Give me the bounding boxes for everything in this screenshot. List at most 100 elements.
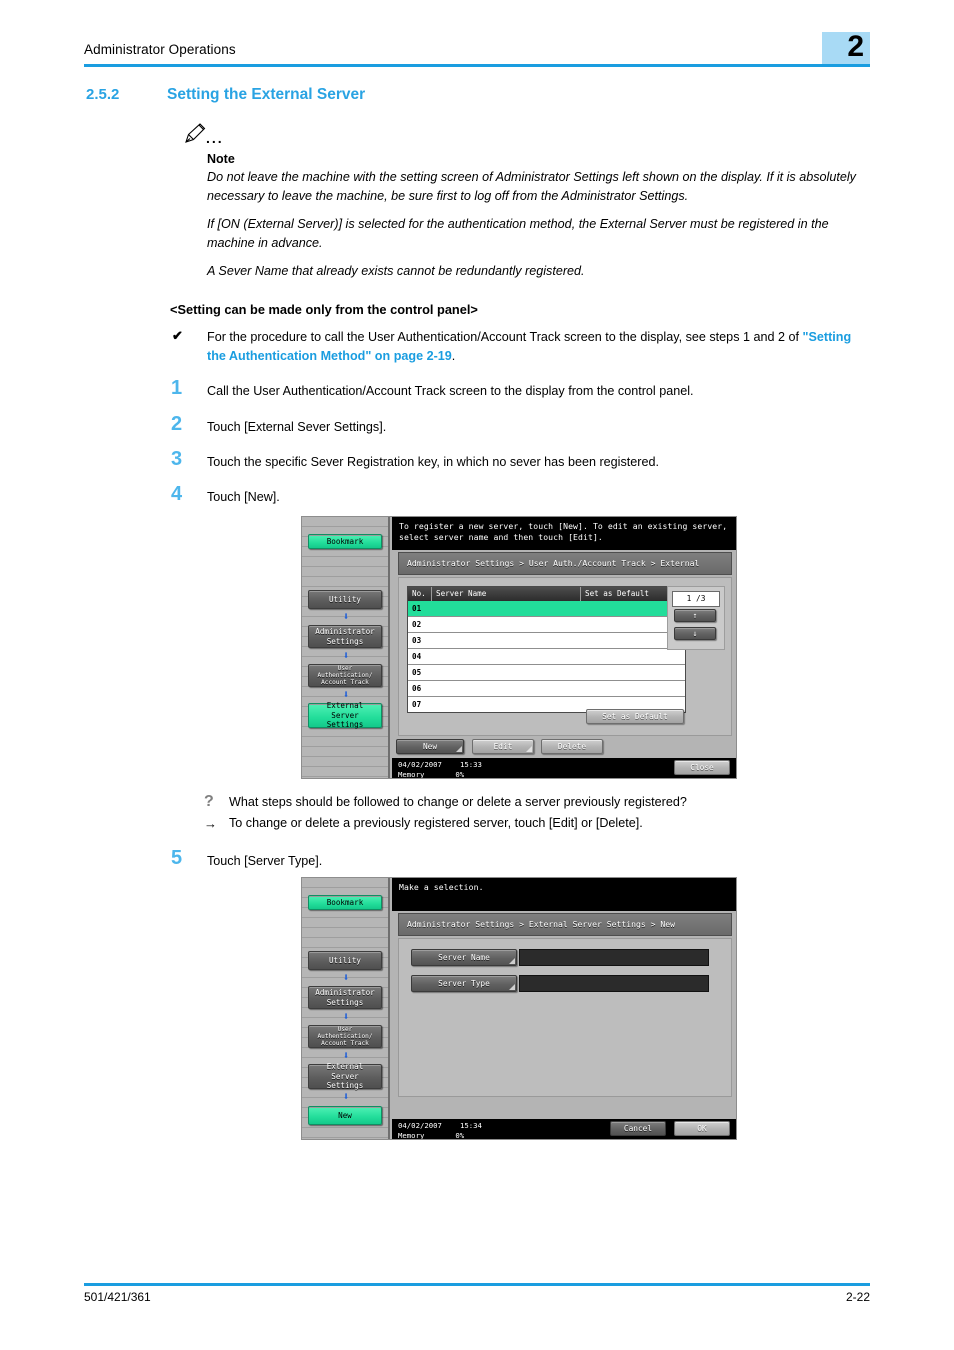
- lcd1-new-label: New: [422, 742, 438, 751]
- lcd2-utility-button[interactable]: Utility: [308, 951, 382, 970]
- lcd2-nav-rail: Bookmark Utility ⬇ Administrator Setting…: [302, 878, 390, 1139]
- question-text: What steps should be followed to change …: [229, 795, 687, 809]
- lcd2-ok-button[interactable]: OK: [674, 1121, 730, 1136]
- lcd1-edit-button[interactable]: Edit: [472, 739, 534, 754]
- corner-fold-icon: [509, 984, 515, 990]
- lcd2-main-area: Make a selection. Administrator Settings…: [392, 878, 736, 1139]
- lcd1-memory-label: Memory: [398, 770, 425, 779]
- lcd2-date: 04/02/2007: [398, 1121, 442, 1130]
- lcd1-down-arrow-3: ⬇: [342, 688, 350, 701]
- lcd1-row-no: 03: [412, 636, 422, 645]
- lcd1-row-name: [432, 617, 685, 632]
- chapter-number: 2: [847, 30, 864, 63]
- table-row[interactable]: 02: [408, 617, 685, 633]
- table-row[interactable]: 05: [408, 665, 685, 681]
- lcd2-content-panel: Server Name Server Type: [398, 938, 732, 1097]
- lcd2-bookmark-button[interactable]: Bookmark: [308, 895, 382, 910]
- prereq-text-before: For the procedure to call the User Authe…: [207, 330, 803, 344]
- lcd1-row-name: [432, 665, 685, 680]
- table-row[interactable]: 03: [408, 633, 685, 649]
- lcd2-down-arrow-1: ⬇: [342, 971, 350, 984]
- lcd2-down-arrow-4: ⬇: [342, 1090, 350, 1103]
- lcd1-pager: 1 /3 ↑ ↓: [667, 586, 725, 650]
- lcd2-external-server-settings-button[interactable]: External Server Settings: [308, 1062, 382, 1090]
- header-divider: [84, 64, 870, 67]
- lcd1-row-no: 04: [412, 652, 422, 661]
- lcd2-new-button[interactable]: New: [308, 1106, 382, 1125]
- lcd1-nav-rail: Bookmark Utility ⬇ Administrator Setting…: [302, 517, 390, 778]
- question-icon: ?: [204, 793, 214, 810]
- note-paragraph-2: If [ON (External Server)] is selected fo…: [207, 217, 829, 250]
- corner-fold-icon: [456, 746, 462, 752]
- lcd1-row-no: 05: [412, 668, 422, 677]
- lcd1-scroll-up-button[interactable]: ↑: [674, 609, 716, 622]
- step-text-5: Touch [Server Type].: [207, 854, 323, 868]
- lcd2-server-type-label: Server Type: [438, 979, 490, 988]
- note-label: Note: [207, 152, 235, 166]
- lcd-screenshot-server-list: Bookmark Utility ⬇ Administrator Setting…: [301, 516, 737, 779]
- lcd1-col-name: Server Name: [432, 587, 581, 601]
- lcd1-row-name: [432, 601, 685, 616]
- lcd2-server-name-value[interactable]: [519, 949, 709, 966]
- lcd1-scroll-down-button[interactable]: ↓: [674, 627, 716, 640]
- prerequisite-text: For the procedure to call the User Authe…: [207, 328, 867, 366]
- lcd1-user-auth-account-track-button[interactable]: User Authentication/ Account Track: [308, 664, 382, 687]
- lcd1-content-panel: No. Server Name Set as Default 01 02 03: [398, 577, 732, 736]
- lcd2-time: 15:34: [459, 1121, 482, 1130]
- answer-text: To change or delete a previously registe…: [229, 816, 643, 830]
- lcd2-breadcrumb: Administrator Settings > External Server…: [398, 913, 732, 936]
- lcd1-table-header: No. Server Name Set as Default: [408, 587, 685, 601]
- step-number-5: 5: [171, 847, 183, 869]
- step-text-2: Touch [External Sever Settings].: [207, 420, 387, 434]
- lcd1-memory-value: 0%: [455, 770, 465, 779]
- lcd1-row-name: [432, 681, 685, 696]
- lcd2-cancel-button[interactable]: Cancel: [610, 1121, 666, 1136]
- table-row[interactable]: 06: [408, 681, 685, 697]
- lcd2-down-arrow-3: ⬇: [342, 1049, 350, 1062]
- lcd1-row-name: [432, 633, 685, 648]
- lcd2-message-bar: Make a selection.: [392, 878, 736, 911]
- lcd1-set-as-default-button[interactable]: Set as Default: [586, 709, 684, 724]
- lcd1-breadcrumb: Administrator Settings > User Auth./Acco…: [398, 552, 732, 589]
- note-paragraph-3: A Sever Name that already exists cannot …: [207, 264, 585, 278]
- lcd2-down-arrow-2: ⬇: [342, 1010, 350, 1023]
- lcd1-new-button[interactable]: New: [396, 739, 464, 754]
- checkmark-icon: ✔: [172, 328, 183, 343]
- lcd2-administrator-settings-button[interactable]: Administrator Settings: [308, 986, 382, 1009]
- step-number-3: 3: [171, 448, 183, 470]
- lcd1-bookmark-button[interactable]: Bookmark: [308, 534, 382, 549]
- corner-fold-icon: [526, 746, 532, 752]
- lcd1-message-bar: To register a new server, touch [New]. T…: [392, 517, 736, 550]
- lcd1-down-arrow-1: ⬇: [342, 610, 350, 623]
- lcd1-row-no: 02: [412, 620, 422, 629]
- table-row[interactable]: 04: [408, 649, 685, 665]
- lcd1-administrator-settings-button[interactable]: Administrator Settings: [308, 625, 382, 648]
- lcd1-external-server-settings-button[interactable]: External Server Settings: [308, 701, 382, 729]
- lcd2-server-type-value[interactable]: [519, 975, 709, 992]
- lcd2-server-type-button[interactable]: Server Type: [411, 975, 517, 992]
- lcd1-row-no: 06: [412, 684, 422, 693]
- lcd2-memory-label: Memory: [398, 1131, 425, 1140]
- step-number-4: 4: [171, 483, 183, 505]
- lcd1-close-button[interactable]: Close: [674, 760, 730, 775]
- lcd2-user-auth-account-track-button[interactable]: User Authentication/ Account Track: [308, 1025, 382, 1048]
- corner-fold-icon: [509, 958, 515, 964]
- lcd1-down-arrow-2: ⬇: [342, 649, 350, 662]
- footer-divider: [84, 1283, 870, 1286]
- footer-model-numbers: 501/421/361: [84, 1290, 151, 1304]
- lcd1-row-name: [432, 649, 685, 664]
- lcd1-page-counter: 1 /3: [672, 591, 720, 607]
- step-number-2: 2: [171, 413, 183, 435]
- prereq-text-after: .: [451, 349, 456, 363]
- lcd2-memory-value: 0%: [455, 1131, 465, 1140]
- lcd1-status-bar: 04/02/2007 15:33 Memory 0% Close: [392, 758, 736, 778]
- step-text-4: Touch [New].: [207, 490, 280, 504]
- lcd-screenshot-new-server: Bookmark Utility ⬇ Administrator Setting…: [301, 877, 737, 1140]
- lcd2-server-name-button[interactable]: Server Name: [411, 949, 517, 966]
- lcd1-utility-button[interactable]: Utility: [308, 590, 382, 609]
- lcd1-delete-button[interactable]: Delete: [541, 739, 603, 754]
- table-row[interactable]: 01: [408, 601, 685, 617]
- lcd2-status-bar: 04/02/2007 15:34 Memory 0% Cancel OK: [392, 1119, 736, 1139]
- lcd1-row-no: 01: [412, 604, 422, 613]
- step-number-1: 1: [171, 377, 183, 399]
